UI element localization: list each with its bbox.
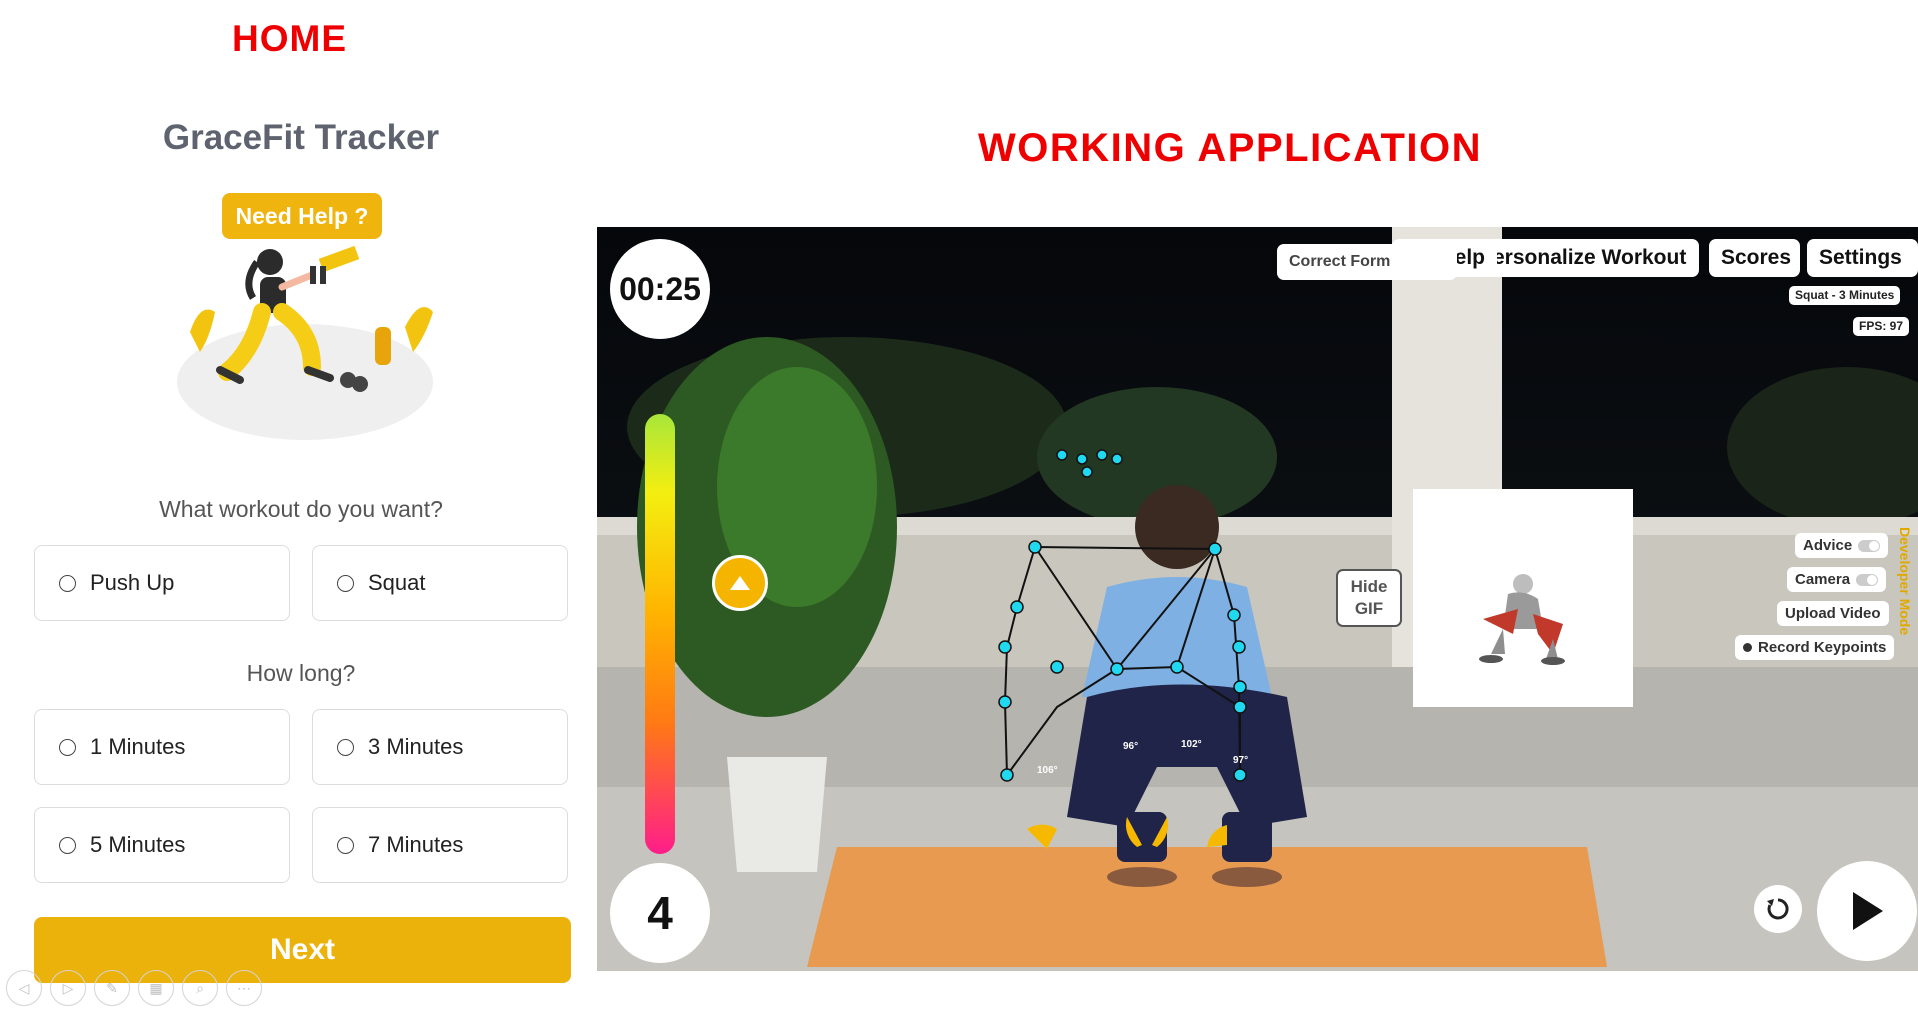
settings-button[interactable]: Settings [1807, 239, 1918, 277]
app-title: GraceFit Tracker [162, 118, 440, 157]
reset-button[interactable] [1754, 885, 1802, 933]
radio-icon[interactable] [337, 836, 354, 854]
upload-video-button[interactable]: Upload Video [1777, 601, 1889, 626]
option-squat[interactable]: Squat [312, 545, 568, 621]
camera-label: Camera [1795, 571, 1851, 588]
toggle-switch-icon[interactable] [1858, 539, 1881, 552]
camera-view: 96° 102° 106° 97° Help Correct Form Pers… [597, 227, 1918, 971]
duration-question: How long? [246, 660, 356, 686]
more-options-icon[interactable]: ⋯ [226, 970, 262, 1006]
next-slide-icon[interactable]: ▷ [50, 970, 86, 1006]
record-dot-icon [1743, 643, 1752, 652]
camera-toggle[interactable]: Camera [1787, 567, 1887, 592]
radio-icon[interactable] [59, 836, 76, 854]
angle-label: 102° [1181, 739, 1202, 750]
option-label: Push Up [90, 570, 175, 595]
play-button[interactable] [1817, 861, 1917, 961]
up-arrow-icon [712, 555, 768, 611]
working-app-caption: WORKING APPLICATION [978, 126, 1483, 170]
option-5-minutes[interactable]: 5 Minutes [34, 807, 290, 883]
zoom-icon[interactable]: ⌕ [182, 970, 218, 1006]
record-keypoints-button[interactable]: Record Keypoints [1735, 635, 1895, 660]
option-label: 3 Minutes [368, 734, 464, 759]
option-7-minutes[interactable]: 7 Minutes [312, 807, 568, 883]
squat-depth-bar [645, 414, 675, 854]
slideshow-toolbar: ◁ ▷ ✎ ▦ ⌕ ⋯ [6, 970, 262, 1006]
advice-label: Advice [1803, 537, 1853, 554]
hide-gif-button[interactable]: Hide GIF [1336, 569, 1402, 627]
correct-form-button[interactable]: Correct Form [1277, 244, 1457, 280]
option-3-minutes[interactable]: 3 Minutes [312, 709, 568, 785]
home-caption: HOME [232, 18, 347, 59]
radio-icon[interactable] [337, 738, 354, 756]
angle-label: 96° [1123, 741, 1138, 752]
personalize-workout-button[interactable]: Personalize Workout [1467, 239, 1699, 277]
record-keypoints-label: Record Keypoints [1758, 639, 1887, 656]
angle-label: 106° [1037, 765, 1058, 776]
radio-icon[interactable] [59, 738, 76, 756]
squat-demo-figure [1479, 574, 1565, 665]
need-help-button[interactable]: Need Help ? [222, 193, 382, 239]
session-label: Squat - 3 Minutes [1789, 286, 1901, 305]
scores-button[interactable]: Scores [1709, 239, 1800, 277]
hide-gif-label: Hide [1350, 577, 1388, 596]
toggle-switch-icon[interactable] [1856, 573, 1879, 586]
upload-video-label: Upload Video [1785, 605, 1881, 622]
timer: 00:25 [610, 239, 710, 339]
option-label: 7 Minutes [368, 832, 464, 857]
workout-question: What workout do you want? [159, 496, 443, 522]
exercise-gif [1413, 489, 1633, 707]
play-icon [1853, 892, 1883, 930]
slides-grid-icon[interactable]: ▦ [138, 970, 174, 1006]
option-label: Squat [368, 570, 426, 595]
radio-icon[interactable] [59, 574, 76, 592]
radio-icon[interactable] [337, 574, 354, 592]
angle-label: 97° [1233, 755, 1248, 766]
workout-illustration [177, 245, 433, 440]
option-1-minute[interactable]: 1 Minutes [34, 709, 290, 785]
option-label: 5 Minutes [90, 832, 186, 857]
pen-icon[interactable]: ✎ [94, 970, 130, 1006]
hide-gif-label: GIF [1354, 599, 1384, 618]
rep-counter: 4 [610, 863, 710, 963]
reset-icon [1767, 898, 1789, 920]
advice-toggle[interactable]: Advice [1795, 533, 1889, 558]
previous-slide-icon[interactable]: ◁ [6, 970, 42, 1006]
camera-feed: 96° 102° 106° 97° [597, 227, 1918, 971]
option-label: 1 Minutes [90, 734, 186, 759]
option-push-up[interactable]: Push Up [34, 545, 290, 621]
fps-label: FPS: 97 [1853, 317, 1910, 336]
developer-mode-tab[interactable]: Developer Mode [1893, 527, 1913, 677]
